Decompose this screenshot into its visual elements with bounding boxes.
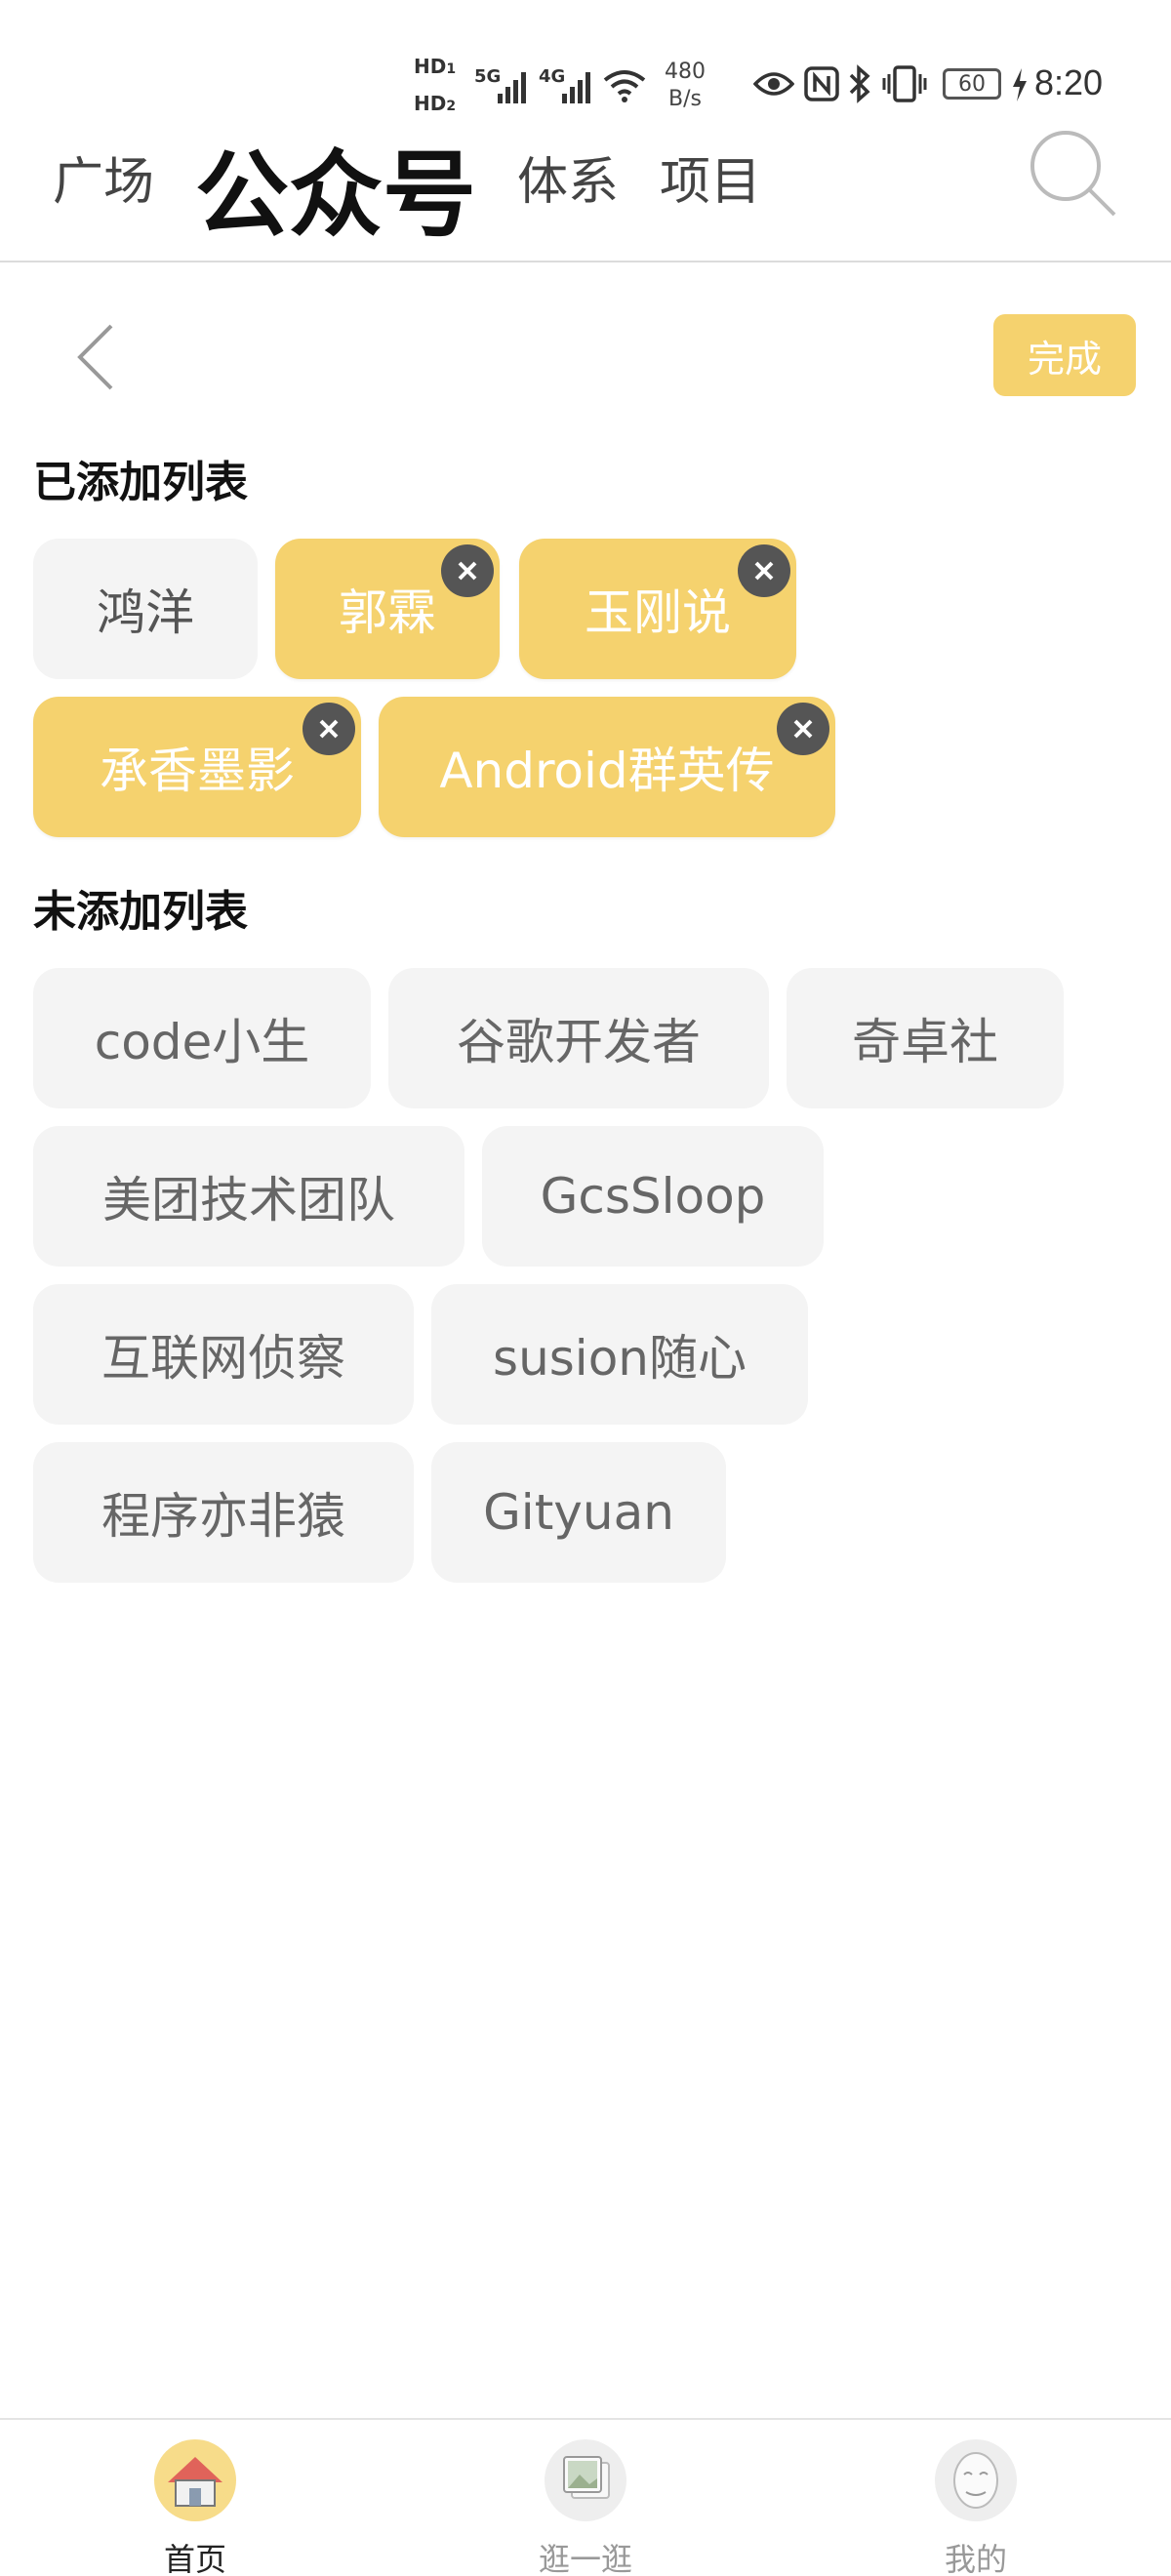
- battery-icon: 60: [943, 68, 1001, 100]
- tab-projects[interactable]: 项目: [660, 141, 761, 214]
- unadded-chip-google-developers[interactable]: 谷歌开发者: [388, 968, 769, 1108]
- added-chip-android-qunyingzhuan[interactable]: Android群英传: [379, 697, 835, 837]
- nav-explore-label: 逛一逛: [538, 2541, 632, 2576]
- tab-system[interactable]: 体系: [517, 141, 619, 214]
- unadded-chip-chengxu-yifeiyuan[interactable]: 程序亦非猿: [33, 1442, 414, 1583]
- unadded-chip-code-xiaosheng[interactable]: code小生: [33, 968, 371, 1108]
- tab-official-accounts[interactable]: 公众号: [195, 119, 476, 255]
- charging-icon: [1013, 68, 1027, 101]
- added-chip-yugangshuo[interactable]: 玉刚说: [519, 539, 796, 679]
- nav-home-label: 首页: [163, 2541, 226, 2576]
- chip-label: 承香墨影: [100, 743, 295, 799]
- vibrate-icon: [882, 65, 927, 102]
- hd1-sub: 1: [446, 61, 457, 77]
- signal-icon: [498, 72, 526, 103]
- header-divider: [0, 261, 1171, 262]
- chip-label: 奇卓社: [852, 1014, 998, 1070]
- nav-mine-label: 我的: [944, 2541, 1007, 2576]
- remove-icon[interactable]: [738, 544, 790, 597]
- bottom-nav: 首页 逛一逛 我的: [0, 2418, 1171, 2576]
- chip-label: code小生: [94, 1014, 310, 1070]
- chip-label: 郭霖: [339, 584, 436, 641]
- nav-mine[interactable]: 我的: [878, 2420, 1073, 2576]
- hd2-sub: 2: [446, 99, 457, 114]
- hd2-text: HD: [414, 92, 447, 115]
- remove-icon[interactable]: [777, 703, 829, 755]
- unadded-chip-susion[interactable]: susion随心: [431, 1284, 808, 1425]
- nav-home[interactable]: 首页: [98, 2420, 293, 2576]
- chip-label: 美团技术团队: [102, 1172, 395, 1228]
- hd1-badge: HD1: [414, 55, 456, 78]
- chip-label: susion随心: [493, 1330, 747, 1387]
- battery-level: 60: [958, 71, 986, 97]
- chip-label: 程序亦非猿: [101, 1488, 345, 1545]
- hd1-text: HD: [414, 55, 447, 78]
- unadded-section-title: 未添加列表: [33, 887, 248, 937]
- unadded-chip-hulianwang-zhencha[interactable]: 互联网侦察: [33, 1284, 414, 1425]
- unadded-chip-qizhuoshe[interactable]: 奇卓社: [787, 968, 1064, 1108]
- mask-avatar-icon: [935, 2439, 1017, 2521]
- chip-label: GcsSloop: [540, 1168, 766, 1225]
- unadded-chip-gcssloop[interactable]: GcsSloop: [482, 1126, 824, 1267]
- nfc-icon: [804, 66, 839, 101]
- speed-unit: B/s: [668, 87, 702, 111]
- back-arrow-icon[interactable]: [64, 318, 123, 396]
- remove-icon[interactable]: [303, 703, 355, 755]
- added-chip-chengxiangmoying[interactable]: 承香墨影: [33, 697, 361, 837]
- added-chip-hongyang[interactable]: 鸿洋: [33, 539, 258, 679]
- hd2-badge: HD2: [414, 92, 456, 115]
- done-button[interactable]: 完成: [993, 314, 1136, 396]
- added-section-title: 已添加列表: [33, 458, 248, 507]
- chip-label: Android群英传: [439, 743, 775, 799]
- clock: 8:20: [1034, 62, 1104, 102]
- nav-explore[interactable]: 逛一逛: [488, 2420, 683, 2576]
- chip-label: Gityuan: [483, 1484, 674, 1541]
- bluetooth-icon: [849, 64, 870, 103]
- unadded-chip-gityuan[interactable]: Gityuan: [431, 1442, 726, 1583]
- wifi-icon: [603, 70, 646, 102]
- search-icon[interactable]: [1027, 127, 1116, 217]
- status-bar: HD1 HD2 5G 4G 480 B/s 60 8:20: [0, 0, 1171, 137]
- home-icon: [154, 2439, 236, 2521]
- chip-label: 鸿洋: [97, 584, 194, 641]
- tab-square[interactable]: 广场: [53, 141, 154, 214]
- page: HD1 HD2 5G 4G 480 B/s 60 8:20 广场 公众号 体系 …: [0, 0, 1171, 2576]
- signal-icon-2: [562, 72, 590, 103]
- chip-label: 互联网侦察: [101, 1330, 345, 1387]
- unadded-chip-meituan-tech[interactable]: 美团技术团队: [33, 1126, 464, 1267]
- chip-label: 玉刚说: [585, 584, 731, 641]
- eye-icon: [753, 72, 794, 96]
- gallery-icon: [545, 2439, 626, 2521]
- chip-label: 谷歌开发者: [457, 1014, 701, 1070]
- network-speed: 480 B/s: [656, 59, 714, 113]
- speed-value: 480: [665, 60, 706, 84]
- added-chip-guolin[interactable]: 郭霖: [275, 539, 500, 679]
- remove-icon[interactable]: [441, 544, 494, 597]
